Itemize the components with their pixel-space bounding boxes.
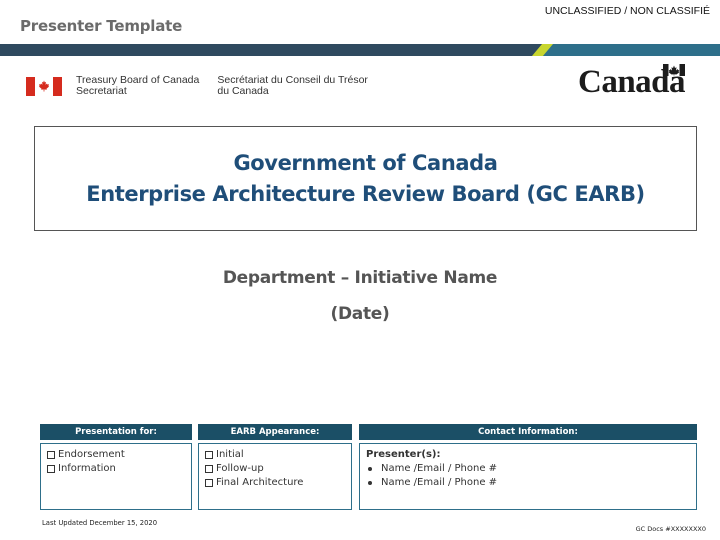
department-signature: Treasury Board of Canada Secretariat Sec… [26,75,368,97]
checkbox-icon[interactable] [205,451,213,459]
presenter-entry-text: Name /Email / Phone # [381,477,498,488]
checkbox-icon[interactable] [205,479,213,487]
presentation-date: (Date) [330,304,390,324]
slide-label: Presenter Template [20,17,183,35]
checkbox-icon[interactable] [47,465,55,473]
header-band [0,44,720,56]
checkbox-final-architecture[interactable]: Final Architecture [205,476,345,490]
title-line-1: Government of Canada [233,150,498,175]
title-box: Government of Canada Enterprise Architec… [34,126,697,231]
title-line-2: Enterprise Architecture Review Board (GC… [86,181,645,206]
presenters-label: Presenter(s): [366,449,441,460]
presentation-for-heading: Presentation for: [40,424,192,440]
header-band-teal [542,44,720,56]
department-name-fr: Secrétariat du Conseil du Trésor du Cana… [217,75,368,97]
checkbox-label: Final Architecture [216,477,304,488]
wordmark-flag-icon [663,64,686,76]
department-initiative-name: Department – Initiative Name [222,268,498,288]
earb-appearance-heading: EARB Appearance: [198,424,352,440]
presenter-entry: Name /Email / Phone # [366,462,690,476]
contact-information-panel: Contact Information: Presenter(s): Name … [359,424,697,510]
canada-wordmark: Canada [578,64,686,99]
checkbox-label: Follow-up [216,463,264,474]
contact-information-body: Presenter(s): Name /Email / Phone # Name… [359,443,697,510]
department-name-en-line2: Secretariat [76,85,127,97]
canada-flag-icon [26,76,62,96]
checkbox-label: Information [58,463,116,474]
checkbox-follow-up[interactable]: Follow-up [205,462,345,476]
checkbox-label: Initial [216,449,244,460]
department-name-en: Treasury Board of Canada Secretariat [76,75,199,97]
bullet-icon [368,467,372,471]
checkbox-information[interactable]: Information [47,462,185,476]
last-updated: Last Updated December 15, 2020 [42,519,158,527]
earb-appearance-options: Initial Follow-up Final Architecture [198,443,352,510]
presentation-for-panel: Presentation for: Endorsement Informatio… [40,424,192,510]
maple-leaf-icon [38,80,50,92]
classification-label: UNCLASSIFIED / NON CLASSIFIÉ [544,5,710,17]
department-name-fr-line2: du Canada [217,85,269,97]
earb-appearance-panel: EARB Appearance: Initial Follow-up Final… [198,424,352,510]
checkbox-icon[interactable] [47,451,55,459]
contact-information-heading: Contact Information: [359,424,697,440]
presentation-for-options: Endorsement Information [40,443,192,510]
presenter-entry-text: Name /Email / Phone # [381,463,498,474]
presenter-entry: Name /Email / Phone # [366,476,690,490]
checkbox-endorsement[interactable]: Endorsement [47,448,185,462]
checkbox-initial[interactable]: Initial [205,448,345,462]
checkbox-icon[interactable] [205,465,213,473]
doc-number: GC Docs #XXXXXXX0 [635,525,706,533]
bullet-icon [368,481,372,485]
checkbox-label: Endorsement [58,449,125,460]
